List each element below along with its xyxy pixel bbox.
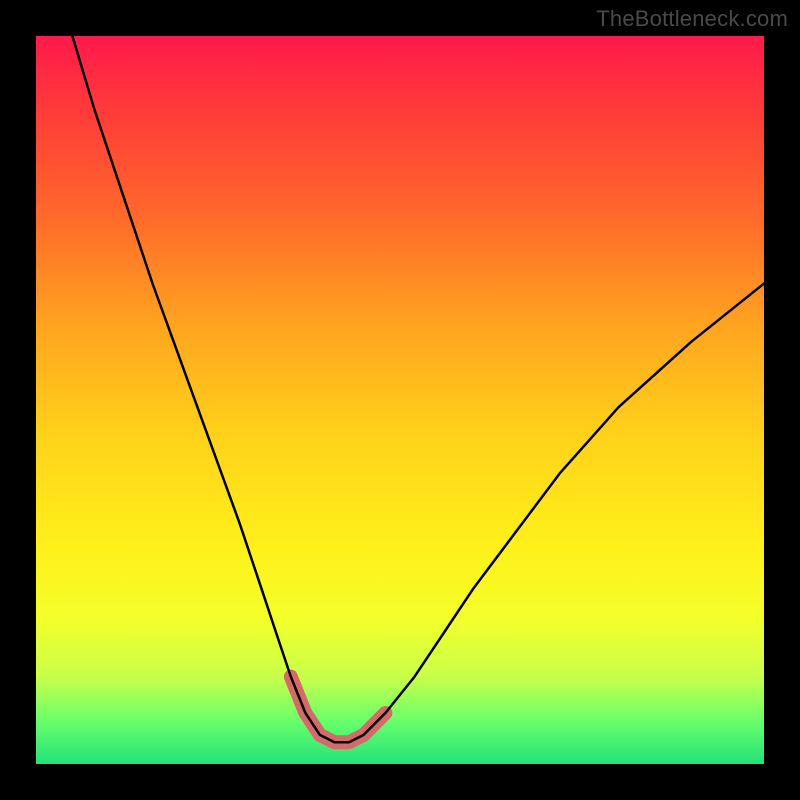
plot-area xyxy=(36,36,764,764)
chart-frame: TheBottleneck.com xyxy=(0,0,800,800)
main-curve-path xyxy=(72,36,764,742)
watermark-text: TheBottleneck.com xyxy=(596,6,788,32)
curve-layer xyxy=(36,36,764,764)
